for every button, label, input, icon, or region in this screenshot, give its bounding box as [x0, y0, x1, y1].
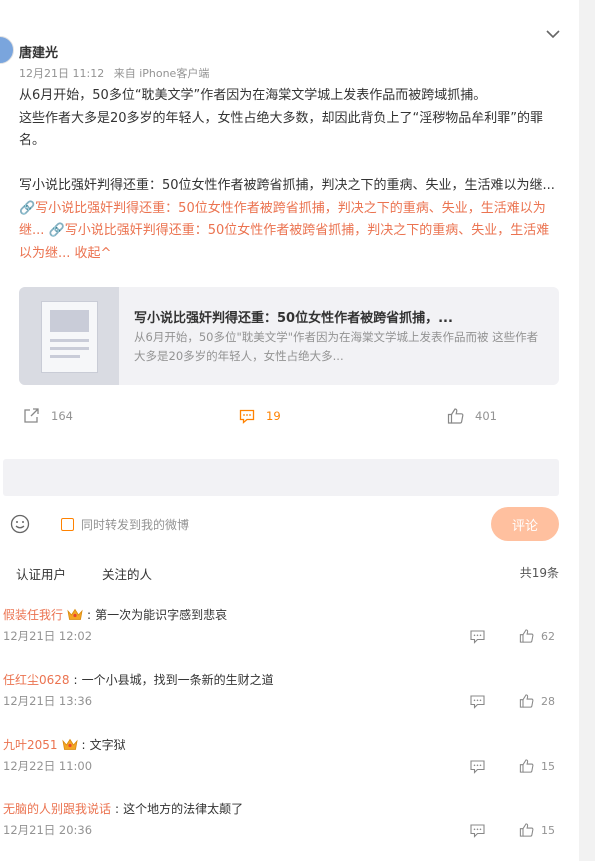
collapse-link[interactable]: 收起^: [75, 246, 112, 261]
comment-filter-tabs: 认证用户 关注的人 共19条: [0, 564, 579, 584]
page-scroll-gutter: [579, 0, 595, 861]
forward-button[interactable]: 164: [23, 404, 73, 428]
comment-username[interactable]: 假装任我行: [3, 606, 63, 623]
author-name[interactable]: 唐建光: [19, 42, 58, 61]
thumbs-up-icon: [519, 823, 534, 837]
comment-like-count: 28: [541, 694, 555, 708]
comment-line: 任红尘0628 : 一个小县城，找到一条新的生财之道: [3, 671, 274, 688]
comment-like-button[interactable]: 28: [519, 694, 555, 708]
comment-line: 九叶2051 : 文字狱: [3, 736, 126, 753]
tab-verified-users[interactable]: 认证用户: [16, 564, 66, 583]
comment-item: 九叶2051 : 文字狱 12月22日 11:00 15: [0, 736, 579, 796]
comment-like-button[interactable]: 15: [519, 759, 555, 773]
tab-following[interactable]: 关注的人: [102, 564, 152, 583]
comment-like-button[interactable]: 15: [519, 823, 555, 837]
comment-line: 无脑的人别跟我说话 : 这个地方的法律太颠了: [3, 800, 244, 817]
share-icon: [24, 408, 39, 423]
reply-icon[interactable]: [470, 824, 485, 838]
comment-total: 共19条: [519, 566, 559, 580]
comment-username[interactable]: 九叶2051: [3, 736, 58, 753]
comment-text: 这个地方的法律太颠了: [123, 802, 244, 816]
post-paragraph-2: 这些作者大多是20多岁的年轻人，女性占绝大多数，却因此背负上了“淫秽物品牟利罪”…: [19, 110, 544, 149]
thumbs-up-icon: [519, 629, 534, 643]
crown-badge-icon: [61, 738, 78, 750]
comment-time: 12月22日 11:00: [3, 759, 93, 773]
comment-time: 12月21日 13:36: [3, 694, 93, 708]
comment-text: 文字狱: [89, 738, 126, 752]
comment-like-button[interactable]: 62: [519, 629, 555, 643]
post-source: 来自 iPhone客户端: [113, 67, 210, 80]
reply-icon[interactable]: [470, 760, 485, 774]
comment-icon: [239, 409, 255, 424]
forward-count: 164: [51, 409, 73, 423]
post-paragraph-1: 从6月开始，50多位“耽美文学”作者因为在海棠文学城上发表作品而被跨域抓捕。: [19, 88, 487, 103]
comment-username[interactable]: 任红尘0628: [3, 671, 70, 688]
comment-input[interactable]: [3, 459, 559, 496]
comment-count: 19: [266, 409, 281, 423]
author-avatar[interactable]: [0, 36, 14, 64]
comment-like-count: 15: [541, 823, 555, 837]
article-card-description: 从6月开始，50多位"耽美文学"作者因为在海棠文学城上发表作品而被 这些作者大多…: [134, 330, 539, 363]
comment-item: 无脑的人别跟我说话 : 这个地方的法律太颠了 12月21日 20:36 15: [0, 800, 579, 860]
post-body: 从6月开始，50多位“耽美文学”作者因为在海棠文学城上发表作品而被跨域抓捕。 这…: [19, 85, 557, 265]
post-time[interactable]: 12月21日 11:12: [19, 67, 104, 80]
post-action-bar: 164 19 401: [0, 404, 579, 428]
emoji-icon[interactable]: [9, 513, 31, 535]
checkbox-box[interactable]: [61, 518, 74, 531]
like-count: 401: [475, 409, 497, 423]
reply-icon[interactable]: [470, 630, 485, 644]
comment-item: 假装任我行 : 第一次为能识字感到悲哀 12月21日 12:02 62: [0, 606, 579, 666]
crown-badge-icon: [67, 608, 83, 620]
article-thumbnail: [19, 287, 119, 385]
post-meta: 12月21日 11:12 来自 iPhone客户端: [19, 65, 215, 81]
comment-button[interactable]: 19: [239, 404, 281, 428]
also-forward-checkbox[interactable]: 同时转发到我的微博: [61, 516, 189, 533]
comment-item: 任红尘0628 : 一个小县城，找到一条新的生财之道 12月21日 13:36 …: [0, 671, 579, 731]
comment-like-count: 62: [541, 629, 555, 643]
thumbs-up-icon: [519, 694, 534, 708]
article-card-title: 写小说比强奸判得还重：50位女性作者被跨省抓捕，...: [134, 311, 453, 326]
comment-line: 假装任我行 : 第一次为能识字感到悲哀: [3, 606, 228, 623]
post-paragraph-3-text: 写小说比强奸判得还重：50位女性作者被跨省抓捕，判决之下的重病、失业，生活难以为…: [19, 178, 555, 193]
chevron-down-icon[interactable]: [545, 28, 561, 40]
also-forward-label: 同时转发到我的微博: [81, 518, 190, 532]
document-icon: [41, 301, 98, 373]
comment-username[interactable]: 无脑的人别跟我说话: [3, 800, 111, 817]
like-button[interactable]: 401: [447, 404, 497, 428]
thumbs-up-icon: [519, 759, 534, 773]
comment-time: 12月21日 20:36: [3, 823, 93, 837]
weibo-post-card: 唐建光 12月21日 11:12 来自 iPhone客户端 从6月开始，50多位…: [0, 0, 579, 861]
submit-comment-button[interactable]: 评论: [491, 507, 559, 541]
article-link-card[interactable]: 写小说比强奸判得还重：50位女性作者被跨省抓捕，... 从6月开始，50多位"耽…: [19, 287, 559, 385]
comment-like-count: 15: [541, 759, 555, 773]
comment-time: 12月21日 12:02: [3, 629, 93, 643]
reply-icon[interactable]: [470, 695, 485, 709]
comment-text: 第一次为能识字感到悲哀: [95, 608, 228, 622]
post-paragraph-3: 写小说比强奸判得还重：50位女性作者被跨省抓捕，判决之下的重病、失业，生活难以为…: [19, 175, 557, 265]
comment-text: 一个小县城，找到一条新的生财之道: [81, 673, 274, 687]
thumbs-up-icon: [447, 408, 464, 424]
